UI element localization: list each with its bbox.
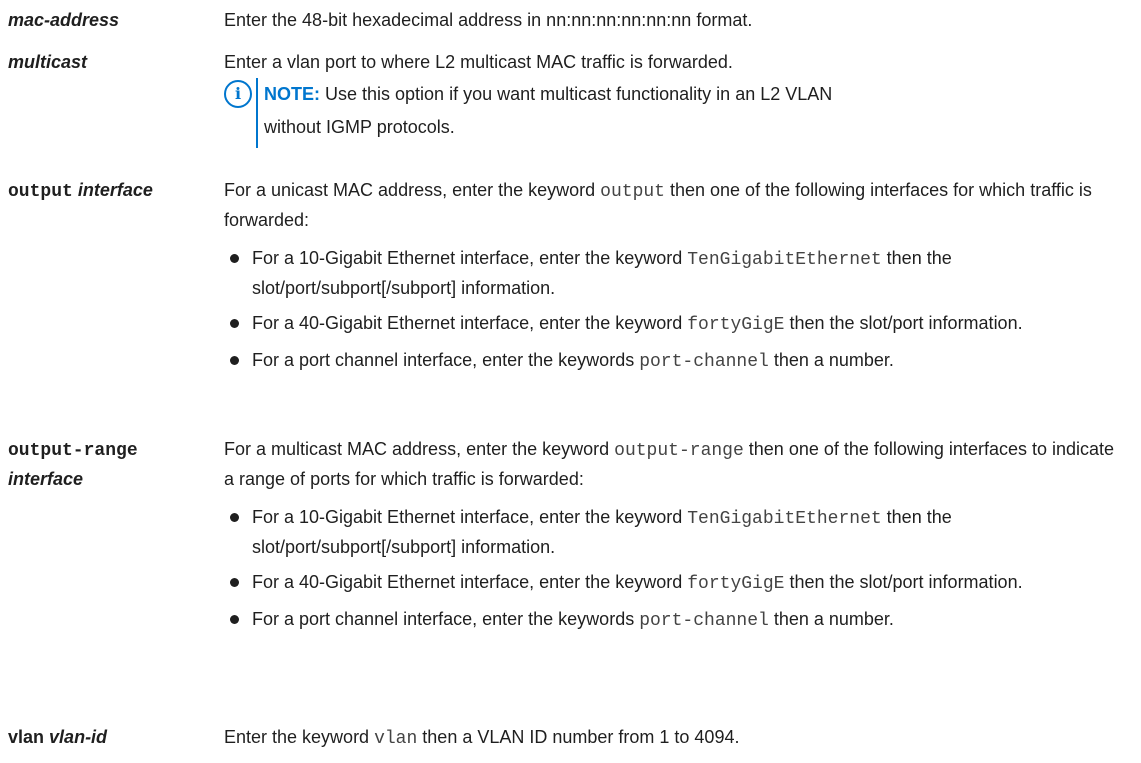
param-name: multicast	[8, 52, 88, 72]
text-segment: then a number.	[768, 609, 894, 629]
param-description: Enter the 48-bit hexadecimal address in …	[224, 10, 753, 30]
note-line-1: Use this option if you want multicast fu…	[320, 84, 833, 104]
inline-code: fortyGigE	[687, 315, 785, 335]
inline-code: vlan	[374, 729, 418, 749]
list-item: For a 10-Gigabit Ethernet interface, ent…	[224, 503, 1124, 561]
list-item: For a port channel interface, enter the …	[224, 605, 1124, 635]
note-text: NOTE: Use this option if you want multic…	[264, 78, 1124, 144]
param-description-text: For a multicast MAC address, enter the k…	[224, 435, 1124, 493]
text-segment: For a 40-Gigabit Ethernet interface, ent…	[252, 313, 688, 333]
text-segment: For a port channel interface, enter the …	[252, 609, 640, 629]
param-argument: interface	[77, 180, 153, 200]
bullet-dot-icon	[230, 615, 239, 624]
param-term: output-range interface	[8, 435, 208, 493]
inline-code: TenGigabitEthernet	[687, 509, 882, 529]
param-description: Enter a vlan port to where L2 multicast …	[224, 48, 1124, 148]
param-term: multicast	[8, 48, 208, 76]
inline-code: port-channel	[639, 611, 769, 631]
text-segment: For a 10-Gigabit Ethernet interface, ent…	[252, 507, 688, 527]
list-item: For a 10-Gigabit Ethernet interface, ent…	[224, 244, 1124, 302]
list-item: For a port channel interface, enter the …	[224, 346, 1124, 376]
inline-code: TenGigabitEthernet	[687, 250, 882, 270]
param-argument: vlan-id	[49, 727, 108, 747]
bullet-dot-icon	[230, 578, 239, 587]
text-segment: then the slot/port information.	[784, 313, 1023, 333]
param-description-text: Enter a vlan port to where L2 multicast …	[224, 52, 733, 72]
text-segment: then the slot/port information.	[784, 572, 1023, 592]
text-segment: then a number.	[768, 350, 894, 370]
text-segment: For a port channel interface, enter the …	[252, 350, 640, 370]
inline-code: port-channel	[639, 352, 769, 372]
text-segment: For a unicast MAC address, enter the key…	[224, 180, 601, 200]
inline-code: output	[600, 182, 665, 202]
param-term: output interface	[8, 176, 208, 206]
param-description-text: For a unicast MAC address, enter the key…	[224, 176, 1124, 234]
note-label: NOTE:	[264, 84, 320, 104]
text-segment: For a multicast MAC address, enter the k…	[224, 439, 615, 459]
info-circle-icon: i	[224, 80, 252, 108]
list-item: For a 40-Gigabit Ethernet interface, ent…	[224, 568, 1124, 598]
param-argument: interface	[8, 469, 84, 489]
bullet-dot-icon	[230, 356, 239, 365]
bullet-dot-icon	[230, 254, 239, 263]
bullet-dot-icon	[230, 513, 239, 522]
param-description: For a unicast MAC address, enter the key…	[224, 176, 1124, 383]
bullet-list: For a 10-Gigabit Ethernet interface, ent…	[224, 503, 1124, 635]
inline-code: fortyGigE	[687, 574, 785, 594]
param-keyword: vlan	[8, 727, 45, 747]
note-line-2: without IGMP protocols.	[264, 117, 455, 137]
bullet-dot-icon	[230, 319, 239, 328]
bullet-list: For a 10-Gigabit Ethernet interface, ent…	[224, 244, 1124, 376]
inline-code: output-range	[614, 441, 744, 461]
param-description: For a multicast MAC address, enter the k…	[224, 435, 1124, 642]
param-term: mac-address	[8, 6, 208, 34]
list-item: For a 40-Gigabit Ethernet interface, ent…	[224, 309, 1124, 339]
param-term: vlan vlan-id	[8, 723, 208, 751]
param-name: mac-address	[8, 10, 120, 30]
text-segment: For a 10-Gigabit Ethernet interface, ent…	[252, 248, 688, 268]
text-segment: Enter the keyword	[224, 727, 375, 747]
param-keyword: output-range	[8, 441, 138, 461]
param-description: Enter the keyword vlan then a VLAN ID nu…	[224, 723, 1124, 753]
text-segment: then a VLAN ID number from 1 to 4094.	[417, 727, 740, 747]
note-divider	[256, 78, 258, 148]
text-segment: For a 40-Gigabit Ethernet interface, ent…	[252, 572, 688, 592]
note-box: i NOTE: Use this option if you want mult…	[224, 78, 1124, 148]
param-keyword: output	[8, 182, 73, 202]
